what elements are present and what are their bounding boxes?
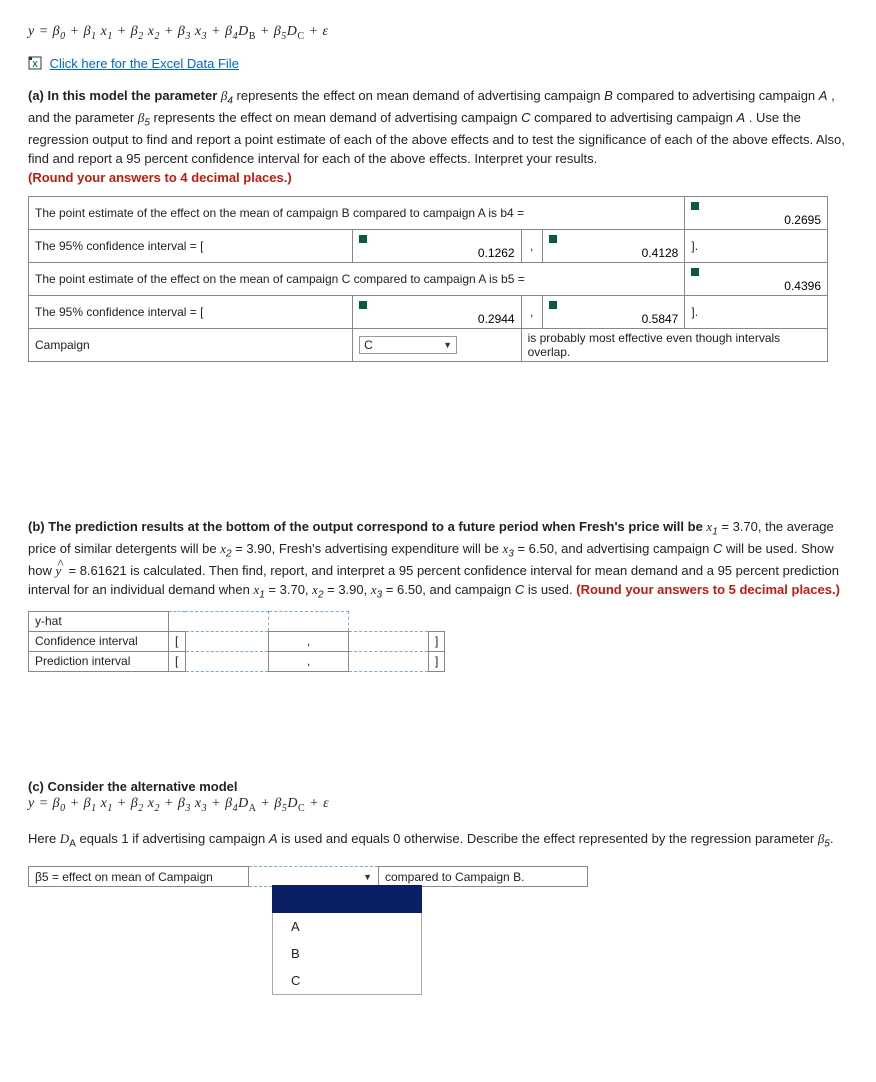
svg-text:X: X bbox=[32, 60, 38, 69]
part-a-text: (a) In this model the parameter β4 repre… bbox=[28, 87, 848, 188]
yhat-input[interactable] bbox=[175, 614, 262, 628]
part-c-text: Here DA equals 1 if advertising campaign… bbox=[28, 830, 848, 852]
ci-label: Confidence interval bbox=[29, 631, 169, 651]
part-a-lead: (a) In this model the parameter bbox=[28, 88, 221, 103]
table-row: β5 = effect on mean of Campaign ▼ compar… bbox=[29, 867, 588, 887]
pi-lower-input[interactable] bbox=[192, 654, 262, 668]
dropdown-option-a[interactable]: A bbox=[273, 913, 421, 940]
ci-b5-upper-input[interactable] bbox=[549, 312, 679, 326]
alt-model-equation: y = β0 + β1 x1 + β2 x2 + β3 x3 + β4DA + … bbox=[28, 796, 848, 814]
campaign-dropdown[interactable]: C ▼ bbox=[359, 336, 457, 354]
part-c-table: β5 = effect on mean of Campaign ▼ compar… bbox=[28, 866, 588, 887]
part-c-lead: (c) Consider the alternative model bbox=[28, 778, 848, 797]
ci-b4-upper-input[interactable] bbox=[549, 246, 679, 260]
excel-data-file-link[interactable]: Click here for the Excel Data File bbox=[50, 56, 239, 71]
part-b-lead: (b) The prediction results at the bottom… bbox=[28, 519, 706, 534]
table-row: The 95% confidence interval = [ , ]. bbox=[29, 229, 828, 262]
part-b-text: (b) The prediction results at the bottom… bbox=[28, 518, 848, 603]
beta5-effect-label: β5 = effect on mean of Campaign bbox=[29, 867, 249, 887]
round-instruction-b: (Round your answers to 5 decimal places.… bbox=[576, 582, 840, 597]
chevron-down-icon: ▼ bbox=[443, 340, 452, 350]
pi-label: Prediction interval bbox=[29, 651, 169, 671]
ci-upper-input[interactable] bbox=[355, 634, 422, 648]
table-row: Campaign C ▼ is probably most effective … bbox=[29, 328, 828, 361]
part-a-table: The point estimate of the effect on the … bbox=[28, 196, 828, 362]
table-row: The point estimate of the effect on the … bbox=[29, 262, 828, 295]
round-instruction-a: (Round your answers to 4 decimal places.… bbox=[28, 170, 292, 185]
excel-file-icon: X bbox=[28, 56, 42, 70]
part-b-table: y-hat Confidence interval [ , ] Predicti… bbox=[28, 611, 445, 672]
model-equation: y = β0 + β1 x1 + β2 x2 + β3 x3 + β4DB + … bbox=[28, 24, 848, 42]
table-row: The point estimate of the effect on the … bbox=[29, 196, 828, 229]
table-row: y-hat bbox=[29, 611, 445, 631]
pi-upper-input[interactable] bbox=[355, 654, 422, 668]
b4-input[interactable] bbox=[691, 213, 821, 227]
beta5-campaign-dropdown[interactable]: ▼ bbox=[255, 872, 372, 882]
yhat-extra-input[interactable] bbox=[275, 614, 342, 628]
table-row: Prediction interval [ , ] bbox=[29, 651, 445, 671]
ci-lower-input[interactable] bbox=[192, 634, 262, 648]
dropdown-option-c[interactable]: C bbox=[273, 967, 421, 994]
table-row: The 95% confidence interval = [ , ]. bbox=[29, 295, 828, 328]
dropdown-active-bar[interactable] bbox=[272, 885, 422, 913]
chevron-down-icon: ▼ bbox=[363, 872, 372, 882]
dropdown-option-b[interactable]: B bbox=[273, 940, 421, 967]
b5-input[interactable] bbox=[691, 279, 821, 293]
compared-label: compared to Campaign B. bbox=[379, 867, 588, 887]
table-row: Confidence interval [ , ] bbox=[29, 631, 445, 651]
ci-b5-lower-input[interactable] bbox=[359, 312, 515, 326]
yhat-label: y-hat bbox=[29, 611, 169, 631]
ci-b4-lower-input[interactable] bbox=[359, 246, 515, 260]
dropdown-menu: A B C bbox=[272, 885, 422, 995]
